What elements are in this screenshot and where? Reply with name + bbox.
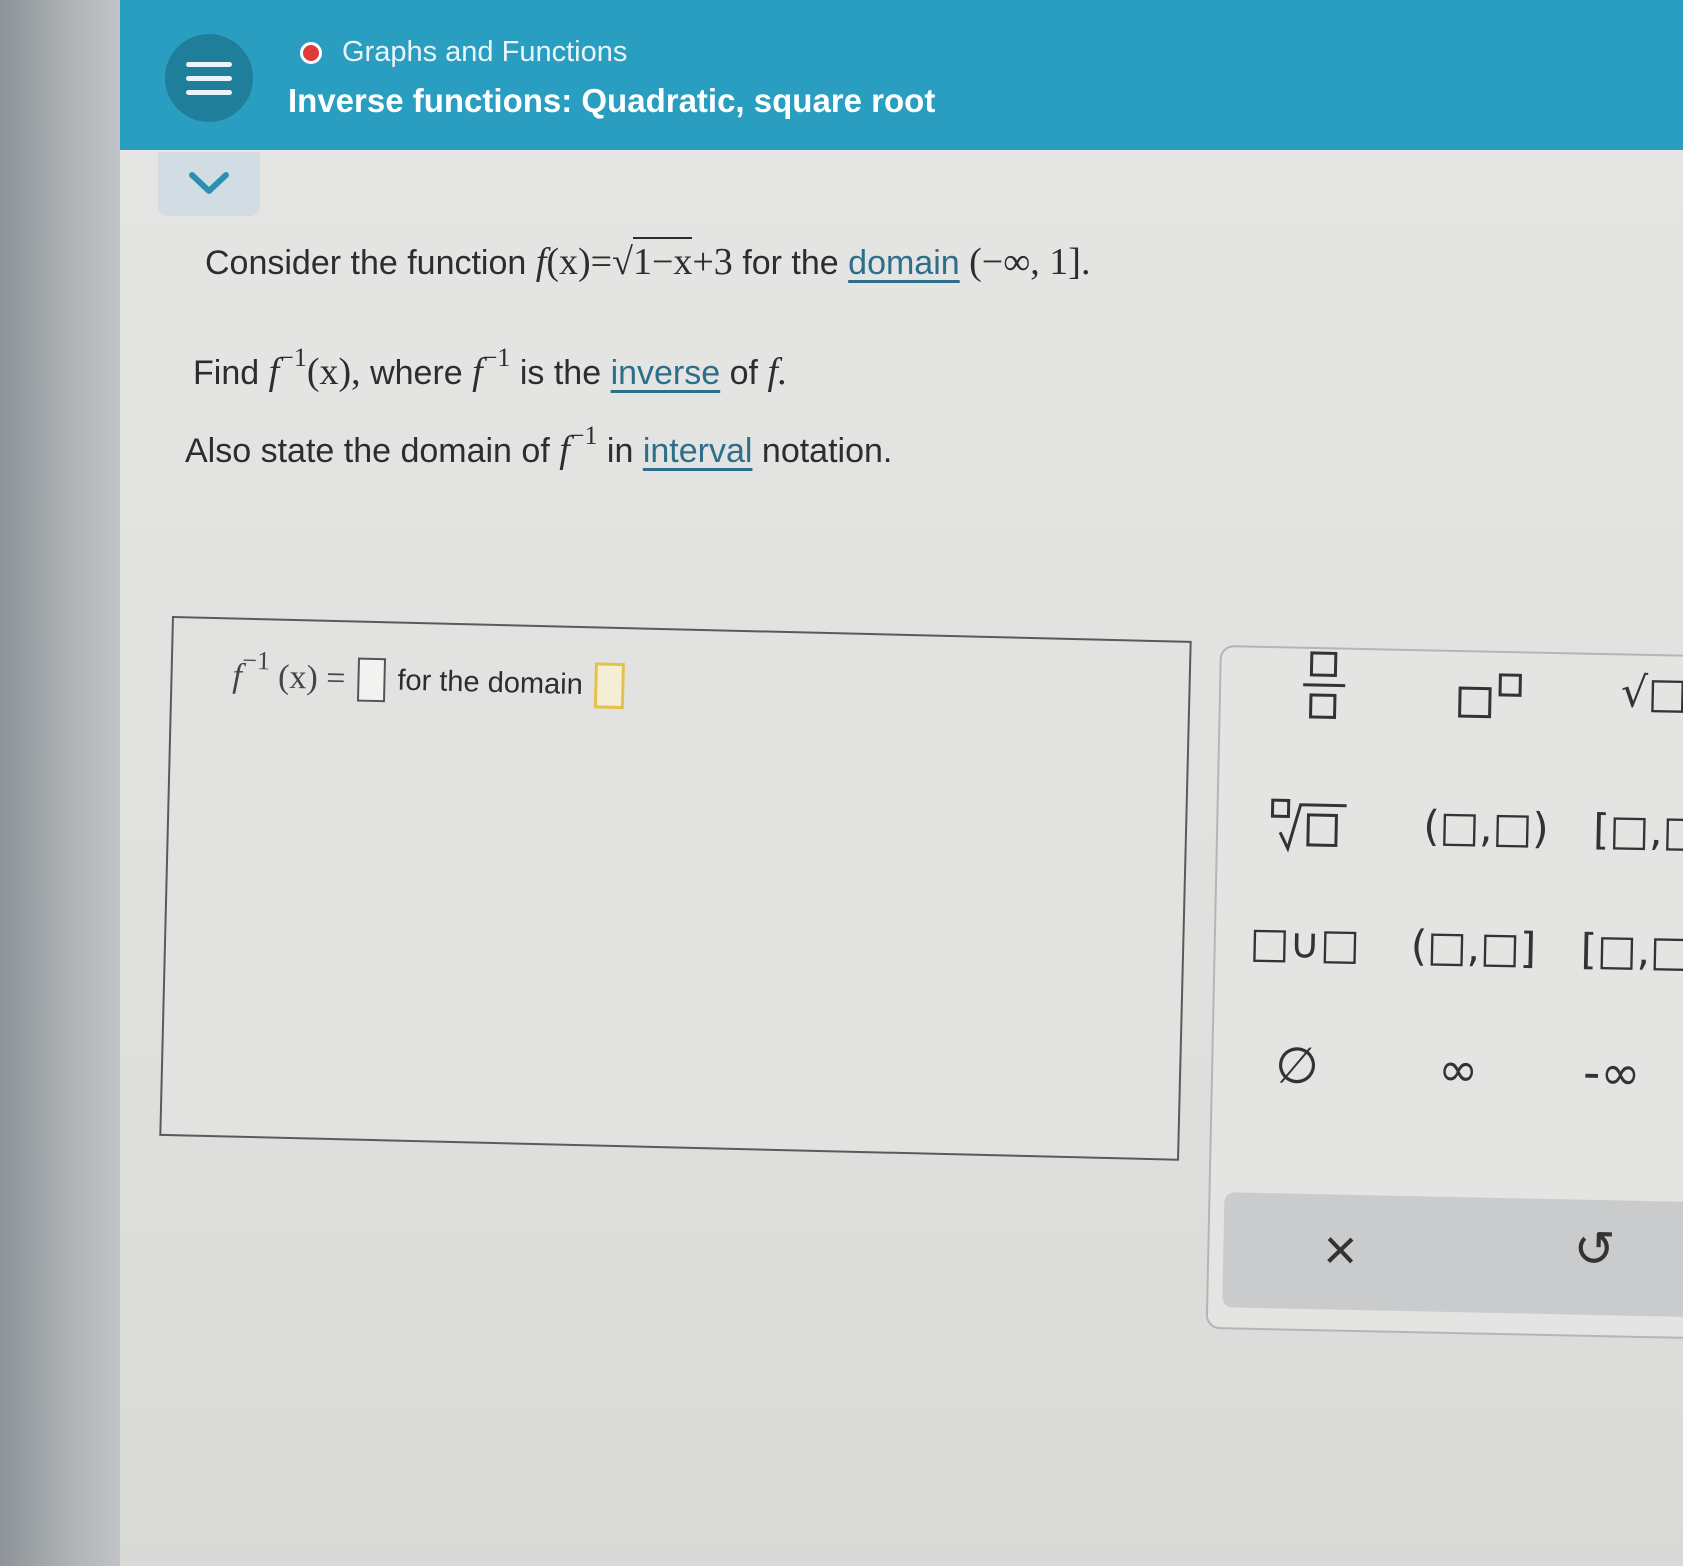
question-text: where xyxy=(370,354,463,392)
fraction-button[interactable] xyxy=(1298,649,1350,732)
sqrt-button[interactable]: √□ xyxy=(1621,667,1683,717)
question-text: for the xyxy=(742,244,839,282)
menu-button[interactable] xyxy=(165,34,253,122)
inverse-superscript: −1 xyxy=(569,421,598,450)
function-argument: (x), xyxy=(306,351,361,393)
equals-sign: = xyxy=(590,241,613,283)
function-expression: f(x)=√1−x+3 xyxy=(536,237,743,283)
chevron-down-icon xyxy=(189,172,229,194)
hamburger-icon-line xyxy=(186,89,232,95)
function-name: f xyxy=(472,351,483,393)
question-text: is the xyxy=(519,354,602,392)
superscript-icon xyxy=(1458,673,1522,719)
screen-edge-shadow xyxy=(0,0,135,1566)
union-button[interactable]: □∪□ xyxy=(1249,918,1360,969)
inverse-function-input[interactable] xyxy=(356,657,387,703)
question-text: Consider the function xyxy=(205,244,527,282)
radicand: 1−x xyxy=(632,237,693,283)
palette-footer: × ↺ xyxy=(1222,1192,1683,1319)
domain-link[interactable]: domain xyxy=(848,244,960,282)
question-text: of xyxy=(729,354,758,392)
half-open-right-button[interactable]: (□,□] xyxy=(1410,921,1536,973)
inverse-link[interactable]: inverse xyxy=(611,354,721,392)
interval-link[interactable]: interval xyxy=(643,432,753,470)
inverse-superscript: −1 xyxy=(482,343,511,372)
domain-input[interactable] xyxy=(594,662,626,710)
question-text: notation. xyxy=(761,432,893,470)
inverse-function-label: f−1 (x) = xyxy=(232,646,346,699)
breadcrumb: Graphs and Functions xyxy=(342,36,628,68)
inverse-superscript: −1 xyxy=(279,343,307,372)
question-line-1: Consider the function f(x)=√1−x+3 for th… xyxy=(205,237,1091,284)
function-name: f xyxy=(559,429,570,471)
function-name: f xyxy=(535,241,547,283)
answer-line: f−1 (x) = for the domain xyxy=(232,646,626,710)
question-text: Also state the domain of xyxy=(185,432,550,470)
collapse-toggle[interactable] xyxy=(158,152,260,216)
question-text: in xyxy=(606,432,634,470)
page-title: Inverse functions: Quadratic, square roo… xyxy=(288,82,936,119)
open-interval-button[interactable]: (□,□) xyxy=(1423,801,1549,853)
question-line-3: Also state the domain of f−1 in interval… xyxy=(185,421,893,472)
empty-set-button[interactable]: ∅ xyxy=(1275,1036,1320,1095)
function-argument: (x) xyxy=(277,658,319,697)
function-name: f xyxy=(268,351,280,393)
domain-label: for the domain xyxy=(397,664,584,701)
negative-infinity-button[interactable]: -∞ xyxy=(1583,1045,1641,1102)
superscript-button[interactable] xyxy=(1455,670,1526,731)
question-text: Find xyxy=(193,354,260,392)
equals-sign: = xyxy=(325,659,346,698)
status-dot-icon xyxy=(300,42,322,64)
math-palette: √□ (□,□) [□,□ □∪□ (□,□] [□,□ ∅ ∞ -∞ × ↺ xyxy=(1205,645,1683,1340)
domain-value: (−∞, 1]. xyxy=(969,241,1091,283)
nth-root-button[interactable] xyxy=(1269,798,1348,866)
closed-interval-button[interactable]: [□,□ xyxy=(1593,805,1683,856)
hamburger-icon-line xyxy=(186,75,232,81)
half-open-left-button[interactable]: [□,□ xyxy=(1580,925,1683,976)
infinity-button[interactable]: ∞ xyxy=(1438,1042,1479,1099)
undo-button[interactable]: ↺ xyxy=(1573,1220,1616,1279)
fraction-icon xyxy=(1303,651,1346,719)
plus-three: +3 xyxy=(692,241,733,283)
nth-root-icon xyxy=(1270,798,1347,853)
question-line-2: Find f−1(x), where f−1 is the inverse of… xyxy=(193,343,788,394)
answer-area[interactable]: f−1 (x) = for the domain xyxy=(159,616,1192,1161)
topic-header xyxy=(120,0,1683,150)
function-name: f. xyxy=(767,351,788,393)
clear-button[interactable]: × xyxy=(1323,1216,1358,1284)
hamburger-icon-line xyxy=(186,61,232,67)
function-argument: (x) xyxy=(546,241,591,283)
inverse-superscript: −1 xyxy=(242,645,271,676)
